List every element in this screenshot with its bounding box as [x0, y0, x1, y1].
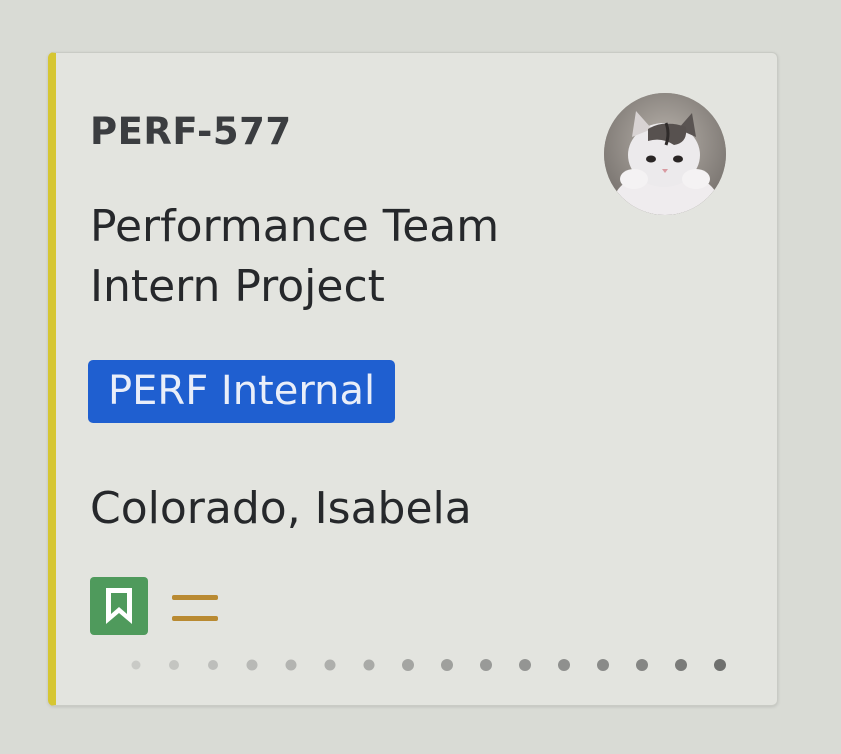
cat-avatar-icon	[604, 93, 726, 215]
assignee-avatar[interactable]	[604, 93, 726, 215]
issue-summary[interactable]: Performance Team Intern Project	[90, 197, 590, 317]
card-drag-handle-dots	[131, 659, 726, 671]
issue-card[interactable]: PERF-577 Performance Team Intern Project…	[48, 52, 778, 706]
equals-medium-priority-icon	[172, 591, 218, 625]
assignee-name: Colorado, Isabela	[90, 483, 472, 534]
label-badge[interactable]: PERF Internal	[88, 360, 396, 423]
issue-key[interactable]: PERF-577	[90, 113, 292, 150]
bookmark-story-icon	[90, 577, 148, 635]
